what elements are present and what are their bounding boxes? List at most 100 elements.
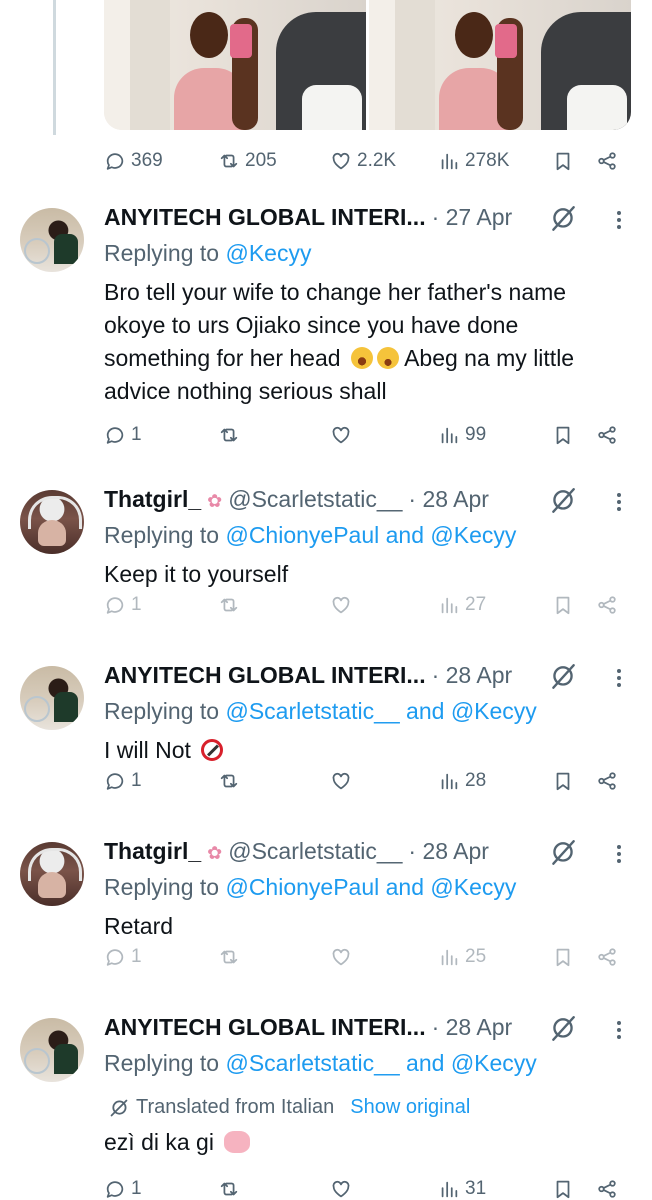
replying-mentions[interactable]: @ChionyePaul and @Kecyy (225, 874, 516, 900)
replying-mentions[interactable]: @ChionyePaul and @Kecyy (225, 522, 516, 548)
repost-button[interactable] (218, 770, 240, 792)
views-icon (441, 597, 458, 614)
like-button[interactable] (330, 1178, 352, 1200)
replying-to: Replying to @ChionyePaul and @Kecyy (104, 522, 516, 549)
bookmark-button[interactable] (552, 594, 574, 616)
replying-mentions[interactable]: @Scarletstatic__ and @Kecyy (225, 1050, 536, 1076)
tweet-actions: 1 99 (104, 420, 624, 450)
reply-icon (106, 1181, 124, 1198)
post-image-2[interactable] (369, 0, 631, 130)
tweet-date[interactable]: · 28 Apr (408, 486, 489, 513)
share-button[interactable] (596, 770, 618, 792)
views-button[interactable]: 28 (438, 770, 486, 792)
reply-button[interactable]: 1 (104, 594, 142, 616)
post-image-1[interactable] (104, 0, 366, 130)
avatar[interactable] (20, 666, 84, 730)
replying-label: Replying to (104, 240, 220, 266)
views-button[interactable]: 278K (438, 150, 509, 172)
laughing-emoji-icon (350, 347, 373, 369)
views-button[interactable]: 99 (438, 424, 486, 446)
tweet-header: ANYITECH GLOBAL INTERI... · 28 Apr (104, 1014, 512, 1041)
more-icon[interactable] (612, 840, 626, 868)
avatar[interactable] (20, 208, 84, 272)
replying-label: Replying to (104, 874, 220, 900)
like-icon (332, 772, 350, 790)
like-button[interactable]: 2.2K (330, 150, 396, 172)
share-button[interactable] (596, 150, 618, 172)
author-handle[interactable]: @Scarletstatic__ (228, 838, 402, 865)
tweet-actions: 1 25 (104, 942, 624, 972)
author-name[interactable]: ANYITECH GLOBAL INTERI... (104, 204, 426, 231)
share-button[interactable] (596, 424, 618, 446)
share-button[interactable] (596, 946, 618, 968)
more-icon[interactable] (612, 488, 626, 516)
reply-button[interactable]: 1 (104, 1178, 142, 1200)
squinting-emoji-icon (376, 347, 399, 369)
reply-button[interactable]: 1 (104, 424, 142, 446)
author-name[interactable]: Thatgirl_ (104, 838, 201, 865)
bookmark-button[interactable] (552, 1178, 574, 1200)
tweet-date[interactable]: · 28 Apr (432, 662, 513, 689)
like-button[interactable] (330, 946, 352, 968)
translate-icon (110, 1099, 128, 1116)
tweet-text: Keep it to yourself (104, 558, 634, 591)
share-button[interactable] (596, 1178, 618, 1200)
author-name[interactable]: Thatgirl_ (104, 486, 201, 513)
text-line: okoye to urs Ojiako since you have done (104, 312, 519, 338)
reply-button[interactable]: 1 (104, 946, 142, 968)
repost-button[interactable]: 205 (218, 150, 277, 172)
tweet-date[interactable]: · 27 Apr (432, 204, 513, 231)
more-icon[interactable] (612, 1016, 626, 1044)
like-icon (332, 1180, 350, 1198)
grok-icon[interactable] (548, 1014, 578, 1044)
replying-to: Replying to @ChionyePaul and @Kecyy (104, 874, 516, 901)
repost-button[interactable] (218, 946, 240, 968)
replying-label: Replying to (104, 1050, 220, 1076)
bookmark-button[interactable] (552, 946, 574, 968)
grok-icon[interactable] (548, 204, 578, 234)
share-icon (598, 1180, 616, 1198)
views-count: 25 (465, 946, 487, 967)
more-icon[interactable] (612, 664, 626, 692)
tweet-date[interactable]: · 28 Apr (408, 838, 489, 865)
views-button[interactable]: 25 (438, 946, 486, 968)
views-button[interactable]: 27 (438, 594, 486, 616)
repost-button[interactable] (218, 594, 240, 616)
reply-button[interactable]: 369 (104, 150, 163, 172)
bookmark-button[interactable] (552, 424, 574, 446)
author-handle[interactable]: @Scarletstatic__ (228, 486, 402, 513)
share-button[interactable] (596, 594, 618, 616)
bookmark-button[interactable] (552, 770, 574, 792)
bookmark-button[interactable] (552, 150, 574, 172)
grok-icon[interactable] (548, 838, 578, 868)
like-button[interactable] (330, 424, 352, 446)
replying-mentions[interactable]: @Scarletstatic__ and @Kecyy (225, 698, 536, 724)
like-button[interactable] (330, 594, 352, 616)
bookmark-icon (556, 1180, 570, 1199)
replying-mentions[interactable]: @Kecyy (225, 240, 311, 266)
grok-icon[interactable] (548, 486, 578, 516)
views-button[interactable]: 31 (438, 1178, 486, 1200)
tweet-text: Bro tell your wife to change her father'… (104, 276, 634, 408)
text-line: something for her head (104, 345, 341, 371)
no-smoking-emoji-icon (201, 739, 224, 761)
top-post-actions: 369 205 2.2K 278K (104, 146, 624, 176)
flower-emoji-icon: ✿ (207, 491, 223, 511)
grok-icon[interactable] (548, 662, 578, 692)
more-icon[interactable] (612, 206, 626, 234)
author-name[interactable]: ANYITECH GLOBAL INTERI... (104, 662, 426, 689)
author-name[interactable]: ANYITECH GLOBAL INTERI... (104, 1014, 426, 1041)
avatar[interactable] (20, 842, 84, 906)
avatar[interactable] (20, 1018, 84, 1082)
show-original-link[interactable]: Show original (350, 1096, 470, 1119)
like-button[interactable] (330, 770, 352, 792)
views-icon (441, 773, 458, 790)
text-line: Bro tell your wife to change her father'… (104, 279, 567, 305)
repost-button[interactable] (218, 424, 240, 446)
replying-to: Replying to @Scarletstatic__ and @Kecyy (104, 698, 537, 725)
avatar[interactable] (20, 490, 84, 554)
tweet-date[interactable]: · 28 Apr (432, 1014, 513, 1041)
repost-button[interactable] (218, 1178, 240, 1200)
translation-notice: Translated from Italian Show original (108, 1096, 470, 1119)
reply-button[interactable]: 1 (104, 770, 142, 792)
